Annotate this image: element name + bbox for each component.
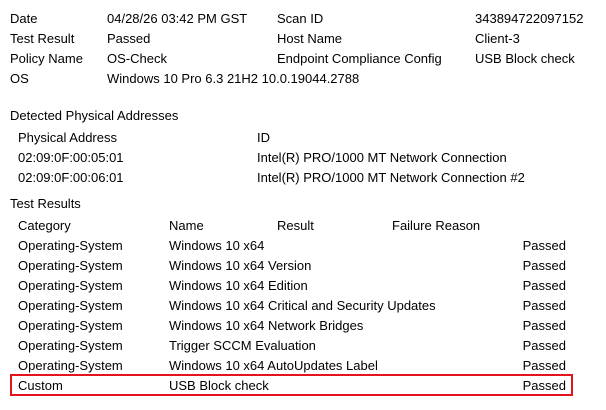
result-cell: Passed — [522, 338, 566, 353]
scan-id-value: 343894722097152 — [475, 11, 584, 26]
os-label: OS — [10, 71, 29, 86]
test-name-cell: Windows 10 x64 Version — [169, 258, 312, 273]
category-cell: Operating-System — [18, 278, 123, 293]
addresses-section-title: Detected Physical Addresses — [10, 108, 179, 123]
category-column-header: Category — [18, 218, 71, 233]
date-value: 04/28/26 03:42 PM GST — [107, 11, 248, 26]
result-cell: Passed — [522, 298, 566, 313]
policy-name-value: OS-Check — [107, 51, 167, 66]
tests-section-title: Test Results — [10, 196, 81, 211]
host-name-label: Host Name — [277, 31, 343, 46]
test-name-cell: Windows 10 x64 Edition — [169, 278, 308, 293]
name-column-header: Name — [169, 218, 204, 233]
adapter-id-cell: Intel(R) PRO/1000 MT Network Connection — [257, 150, 507, 165]
result-column-header: Result — [277, 218, 314, 233]
address-column-header: Physical Address — [18, 130, 117, 145]
test-name-cell: Trigger SCCM Evaluation — [169, 338, 316, 353]
category-cell: Operating-System — [18, 258, 123, 273]
address-cell: 02:09:0F:00:05:01 — [18, 150, 124, 165]
category-cell: Operating-System — [18, 318, 123, 333]
date-label: Date — [10, 11, 38, 26]
category-cell: Operating-System — [18, 238, 123, 253]
policy-name-label: Policy Name — [10, 51, 83, 66]
test-result-value: Passed — [107, 31, 151, 46]
scan-id-label: Scan ID — [277, 11, 324, 26]
failure-reason-column-header: Failure Reason — [392, 218, 481, 233]
category-cell: Operating-System — [18, 338, 123, 353]
test-name-cell: Windows 10 x64 Network Bridges — [169, 318, 364, 333]
category-cell: Operating-System — [18, 298, 123, 313]
address-cell: 02:09:0F:00:06:01 — [18, 170, 124, 185]
test-name-cell: Windows 10 x64 Critical and Security Upd… — [169, 298, 436, 313]
test-name-cell: Windows 10 x64 — [169, 238, 265, 253]
highlight-box — [10, 374, 573, 396]
adapter-id-cell: Intel(R) PRO/1000 MT Network Connection … — [257, 170, 525, 185]
os-value: Windows 10 Pro 6.3 21H2 10.0.19044.2788 — [107, 71, 360, 86]
policy-type-value: Endpoint Compliance Config — [277, 51, 442, 66]
test-result-label: Test Result — [10, 31, 75, 46]
category-cell: Operating-System — [18, 358, 123, 373]
policy-check-value: USB Block check — [475, 51, 575, 66]
result-cell: Passed — [522, 238, 566, 253]
test-name-cell: Windows 10 x64 AutoUpdates Label — [169, 358, 378, 373]
host-name-value: Client-3 — [475, 31, 520, 46]
result-cell: Passed — [522, 318, 566, 333]
id-column-header: ID — [257, 130, 270, 145]
result-cell: Passed — [522, 278, 566, 293]
result-cell: Passed — [522, 258, 566, 273]
result-cell: Passed — [522, 358, 566, 373]
